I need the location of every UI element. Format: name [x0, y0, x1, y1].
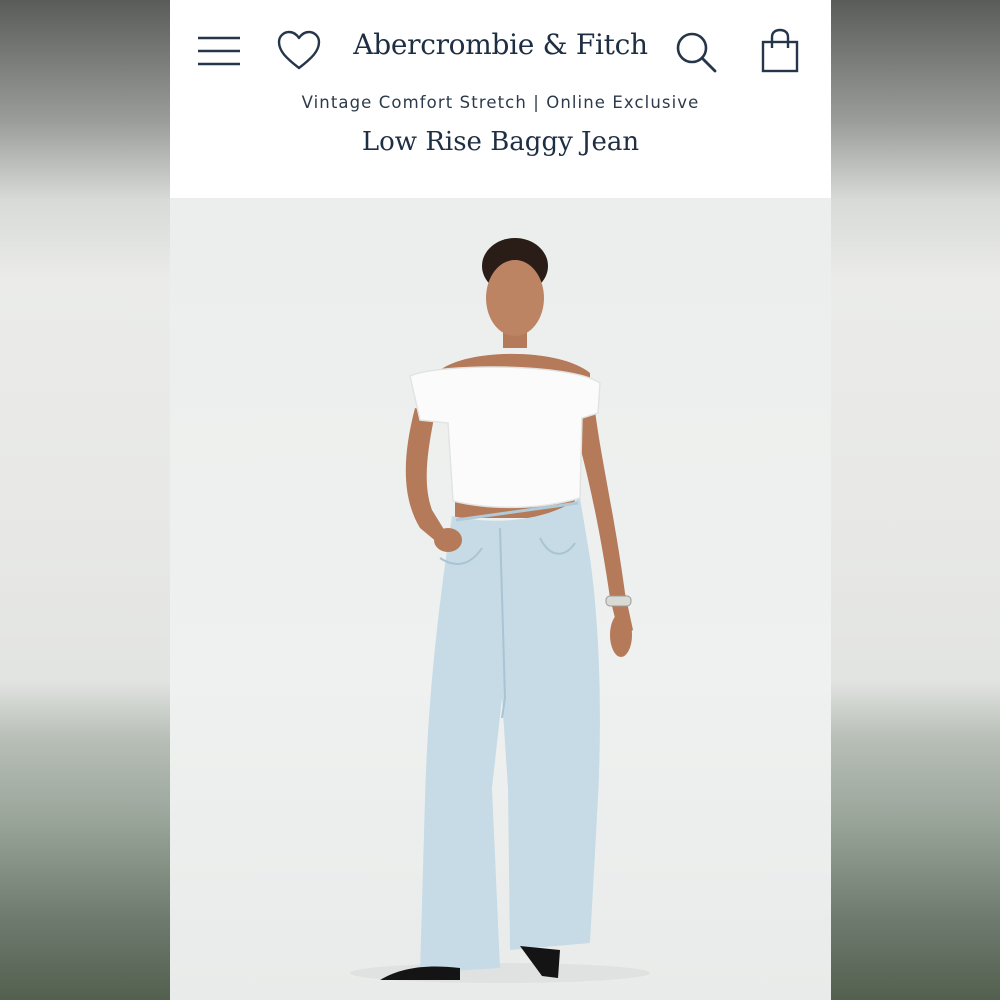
face	[486, 260, 544, 336]
off-shoulder-top	[409, 366, 601, 509]
baggy-jeans	[420, 498, 600, 973]
product-photo[interactable]	[170, 198, 831, 1000]
bracelet	[605, 595, 632, 607]
blurred-background-right	[831, 0, 1000, 1000]
product-subtitle: Vintage Comfort Stretch | Online Exclusi…	[301, 93, 700, 112]
shopping-bag-icon[interactable]	[760, 28, 800, 74]
product-title: Low Rise Baggy Jean	[361, 127, 640, 157]
left-hand	[434, 528, 462, 552]
heart-icon[interactable]	[276, 30, 322, 72]
left-arm	[405, 408, 448, 543]
site-header: Abercrombie & Fitch Vintage Comfort Stre…	[170, 0, 831, 198]
brand-logo[interactable]: Abercrombie & Fitch	[320, 28, 681, 61]
hamburger-menu-icon[interactable]	[196, 34, 242, 68]
right-hand	[610, 613, 632, 657]
search-icon[interactable]	[674, 30, 718, 74]
product-page-screen: Abercrombie & Fitch Vintage Comfort Stre…	[170, 0, 831, 1000]
blurred-background-left	[0, 0, 170, 1000]
